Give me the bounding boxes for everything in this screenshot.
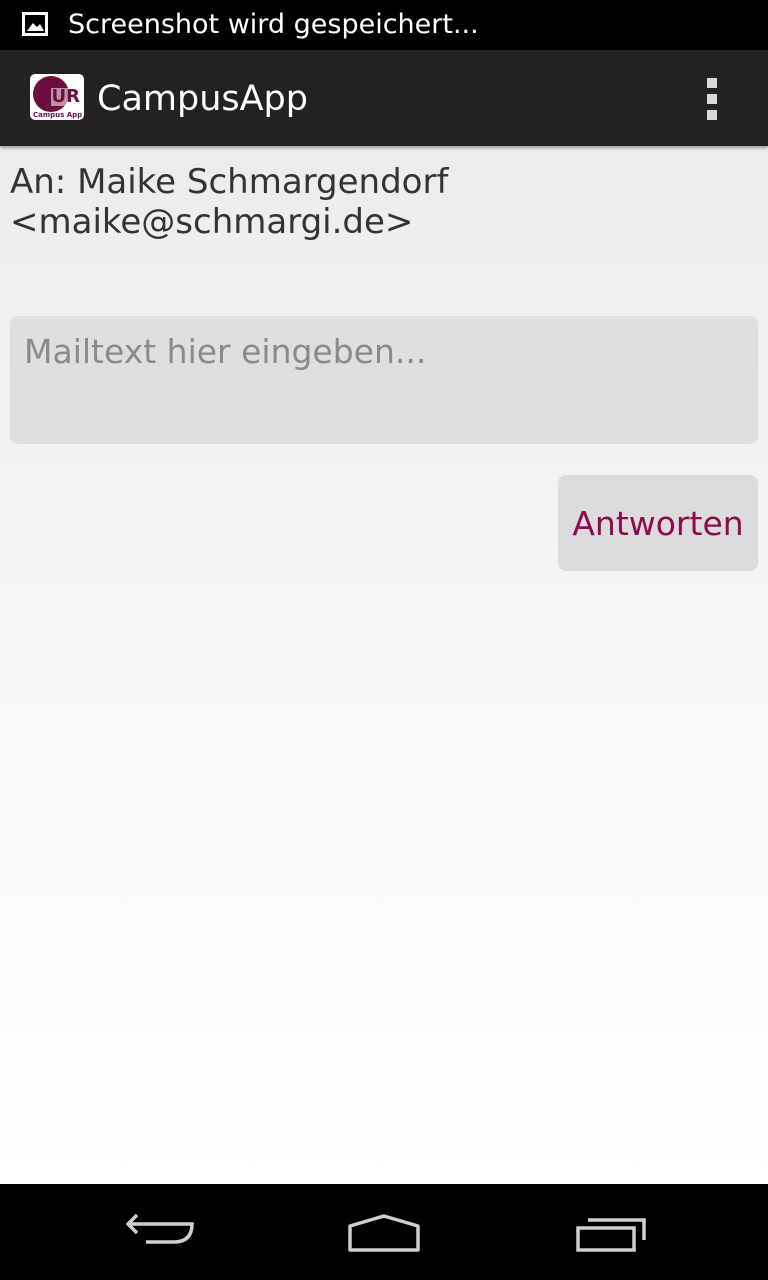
recipient-line: An: Maike Schmargendorf <maike@schmargi.…	[10, 162, 449, 242]
status-bar: Screenshot wird gespeichert...	[0, 0, 768, 50]
menu-dot	[707, 94, 717, 104]
compose-reply-screen: An: Maike Schmargendorf <maike@schmargi.…	[0, 146, 768, 1184]
logo-sub-text: Campus App	[33, 111, 83, 119]
action-bar: UR Campus App CampusApp	[0, 50, 768, 146]
app-title: CampusApp	[97, 79, 308, 119]
navigation-bar	[0, 1184, 768, 1280]
campus-app-logo[interactable]: UR Campus App	[30, 74, 84, 120]
recent-apps-icon[interactable]	[560, 1204, 660, 1260]
status-notification-text: Screenshot wird gespeichert...	[68, 9, 479, 40]
logo-mark-text: UR	[50, 86, 81, 107]
menu-dot	[707, 110, 717, 120]
more-vert-icon[interactable]	[690, 70, 734, 126]
image-icon	[22, 12, 48, 36]
reply-button[interactable]: Antworten	[558, 475, 758, 571]
home-icon[interactable]	[334, 1204, 434, 1260]
menu-dot	[707, 78, 717, 88]
back-icon[interactable]	[110, 1204, 210, 1260]
mail-text-input[interactable]	[10, 316, 758, 444]
